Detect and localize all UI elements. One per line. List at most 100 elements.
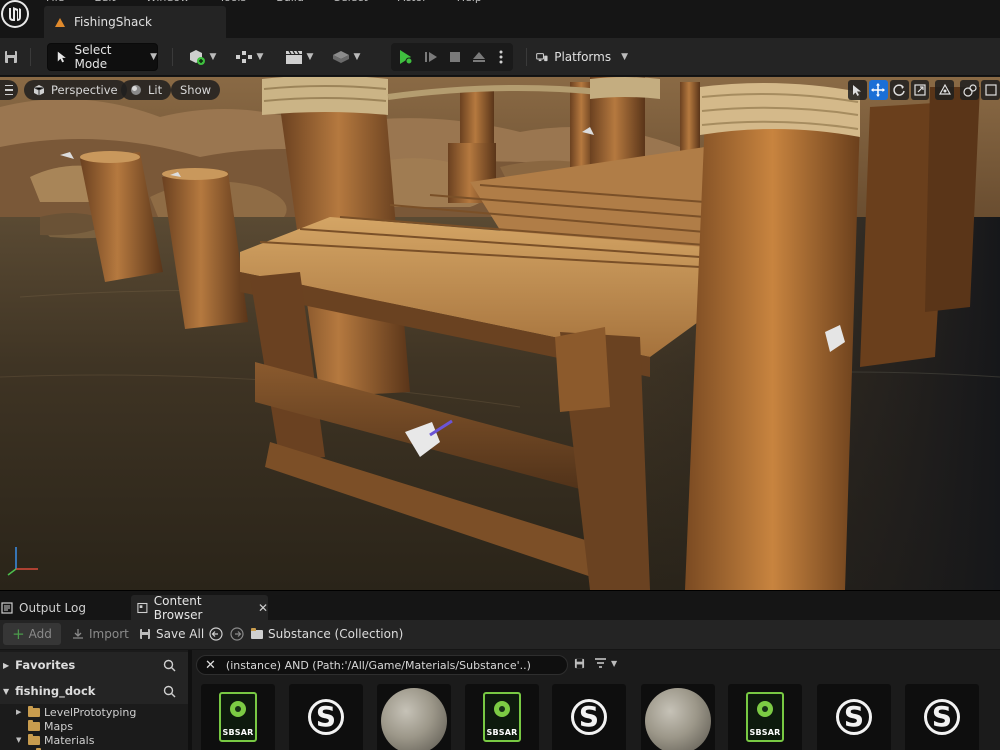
blueprint-button[interactable]: ▼ <box>231 43 267 71</box>
folder-tree-item[interactable]: Maps <box>16 719 73 733</box>
add-button[interactable]: + Add <box>3 623 61 645</box>
step-button[interactable] <box>420 43 442 71</box>
sbsar-label: SBSAR <box>486 728 518 737</box>
sources-panel: ▶ Favorites ▼ fishing_dock ▶ LevelPrototy… <box>0 650 188 750</box>
perspective-button[interactable]: Perspective <box>24 80 127 100</box>
search-icon[interactable] <box>163 685 176 698</box>
chevron-down-icon: ▼ <box>150 52 157 62</box>
select-tool-icon[interactable] <box>848 80 867 100</box>
output-log-icon <box>1 602 13 614</box>
main-toolbar: Select Mode ▼ ▼ ▼ ▼ ▼ Platforms ▼ <box>0 38 1000 76</box>
substance-logo-icon: S <box>308 699 344 735</box>
path-breadcrumb[interactable]: Substance (Collection) <box>251 623 403 645</box>
menu-item-window[interactable]: Window <box>146 0 189 4</box>
save-icon[interactable] <box>2 43 20 71</box>
sbsar-label: SBSAR <box>749 728 781 737</box>
project-label: fishing_dock <box>15 684 96 698</box>
asset-tile[interactable] <box>641 684 715 750</box>
play-options-button[interactable] <box>493 43 509 71</box>
scale-tool-icon[interactable] <box>910 80 930 100</box>
arrow-left-circle-icon <box>209 627 223 641</box>
asset-tile[interactable] <box>377 684 451 750</box>
folder-tree-item[interactable]: ▼ Materials <box>16 733 94 747</box>
level-viewport[interactable]: Perspective Lit Show <box>0 77 1000 590</box>
chevron-right-icon: ▶ <box>16 708 22 716</box>
sbsar-icon: SBSAR <box>219 692 257 742</box>
sbsar-icon: SBSAR <box>746 692 784 742</box>
eject-button[interactable] <box>468 43 490 71</box>
history-back-button[interactable] <box>209 623 223 645</box>
favorites-header[interactable]: ▶ Favorites <box>0 652 188 678</box>
platforms-button[interactable]: Platforms ▼ <box>536 43 628 71</box>
stop-icon <box>450 52 460 62</box>
path-label: Substance (Collection) <box>268 627 404 641</box>
asset-tile[interactable]: SBSAR <box>465 684 539 750</box>
world-local-icon[interactable] <box>960 80 980 100</box>
content-browser-icon <box>137 602 148 614</box>
select-mode-button[interactable]: Select Mode ▼ <box>47 43 158 71</box>
lit-label: Lit <box>148 83 163 97</box>
viewport-scene[interactable] <box>0 77 1000 590</box>
asset-tile[interactable]: S <box>552 684 626 750</box>
search-icon[interactable] <box>163 659 176 672</box>
chevron-right-icon: ▶ <box>3 660 10 670</box>
show-label: Show <box>180 83 212 97</box>
translate-tool-icon[interactable] <box>868 80 888 100</box>
folder-tree-item[interactable]: ▶ LevelPrototyping <box>16 705 136 719</box>
add-label: Add <box>28 627 52 641</box>
add-actor-button[interactable]: ▼ <box>184 43 220 71</box>
save-all-button[interactable]: Save All <box>139 623 204 645</box>
folder-label: Materials <box>44 733 95 747</box>
show-button[interactable]: Show <box>171 80 221 100</box>
favorites-label: Favorites <box>15 658 76 672</box>
asset-tile[interactable]: SBSAR <box>728 684 802 750</box>
level-tab-label: FishingShack <box>74 15 152 29</box>
stop-button[interactable] <box>444 43 466 71</box>
asset-tile[interactable]: S <box>289 684 363 750</box>
grid-snap-icon[interactable] <box>981 80 1000 100</box>
import-button[interactable]: Import <box>72 623 129 645</box>
project-header[interactable]: ▼ fishing_dock <box>0 678 188 704</box>
chevron-down-icon: ▼ <box>209 52 217 62</box>
tab-content-browser[interactable]: Content Browser ✕ <box>131 594 268 622</box>
lit-button[interactable]: Lit <box>121 80 172 100</box>
level-icon <box>55 18 65 27</box>
menu-item-help[interactable]: Help <box>457 0 482 4</box>
close-icon[interactable]: ✕ <box>258 601 268 615</box>
rotate-tool-icon[interactable] <box>889 80 909 100</box>
play-icon <box>400 50 413 65</box>
unreal-logo-icon[interactable] <box>0 0 34 34</box>
folder-open-icon <box>28 733 40 745</box>
cinematics-button[interactable]: ▼ <box>281 43 317 71</box>
folder-icon <box>251 627 263 639</box>
play-button[interactable] <box>393 43 417 71</box>
search-input[interactable]: ✕ (instance) AND (Path:'/All/Game/Materi… <box>196 655 568 675</box>
menu-item-build[interactable]: Build <box>276 0 304 4</box>
menu-item-tools[interactable]: Tools <box>219 0 246 4</box>
clear-search-icon[interactable]: ✕ <box>205 658 216 673</box>
sbsar-icon: SBSAR <box>483 692 521 742</box>
asset-tile[interactable]: S <box>905 684 979 750</box>
search-text: (instance) AND (Path:'/All/Game/Material… <box>225 658 531 672</box>
filter-icon <box>595 658 606 668</box>
blueprint-icon <box>235 51 252 63</box>
save-search-button[interactable] <box>574 658 585 672</box>
step-forward-icon <box>425 52 437 62</box>
transform-tools <box>848 80 1000 100</box>
tab-output-log[interactable]: Output Log <box>1 595 86 621</box>
level-tab[interactable]: FishingShack <box>44 6 226 38</box>
substance-logo-icon: S <box>924 699 960 735</box>
menu-item-actor[interactable]: Actor <box>398 0 427 4</box>
asset-tile[interactable]: S <box>817 684 891 750</box>
material-preview-thumbnail <box>381 688 447 750</box>
surface-snap-icon[interactable] <box>935 80 955 100</box>
filter-button[interactable]: ▼ <box>594 657 617 669</box>
asset-tile[interactable]: SBSAR <box>201 684 275 750</box>
menu-item-file[interactable]: File <box>46 0 64 4</box>
menu-item-edit[interactable]: Edit <box>94 0 115 4</box>
menu-item-select[interactable]: Select <box>334 0 368 4</box>
chevron-down-icon: ▼ <box>3 686 10 696</box>
mode-button[interactable]: ▼ <box>328 43 364 71</box>
clapperboard-icon <box>285 50 302 64</box>
history-forward-button[interactable] <box>230 623 244 645</box>
